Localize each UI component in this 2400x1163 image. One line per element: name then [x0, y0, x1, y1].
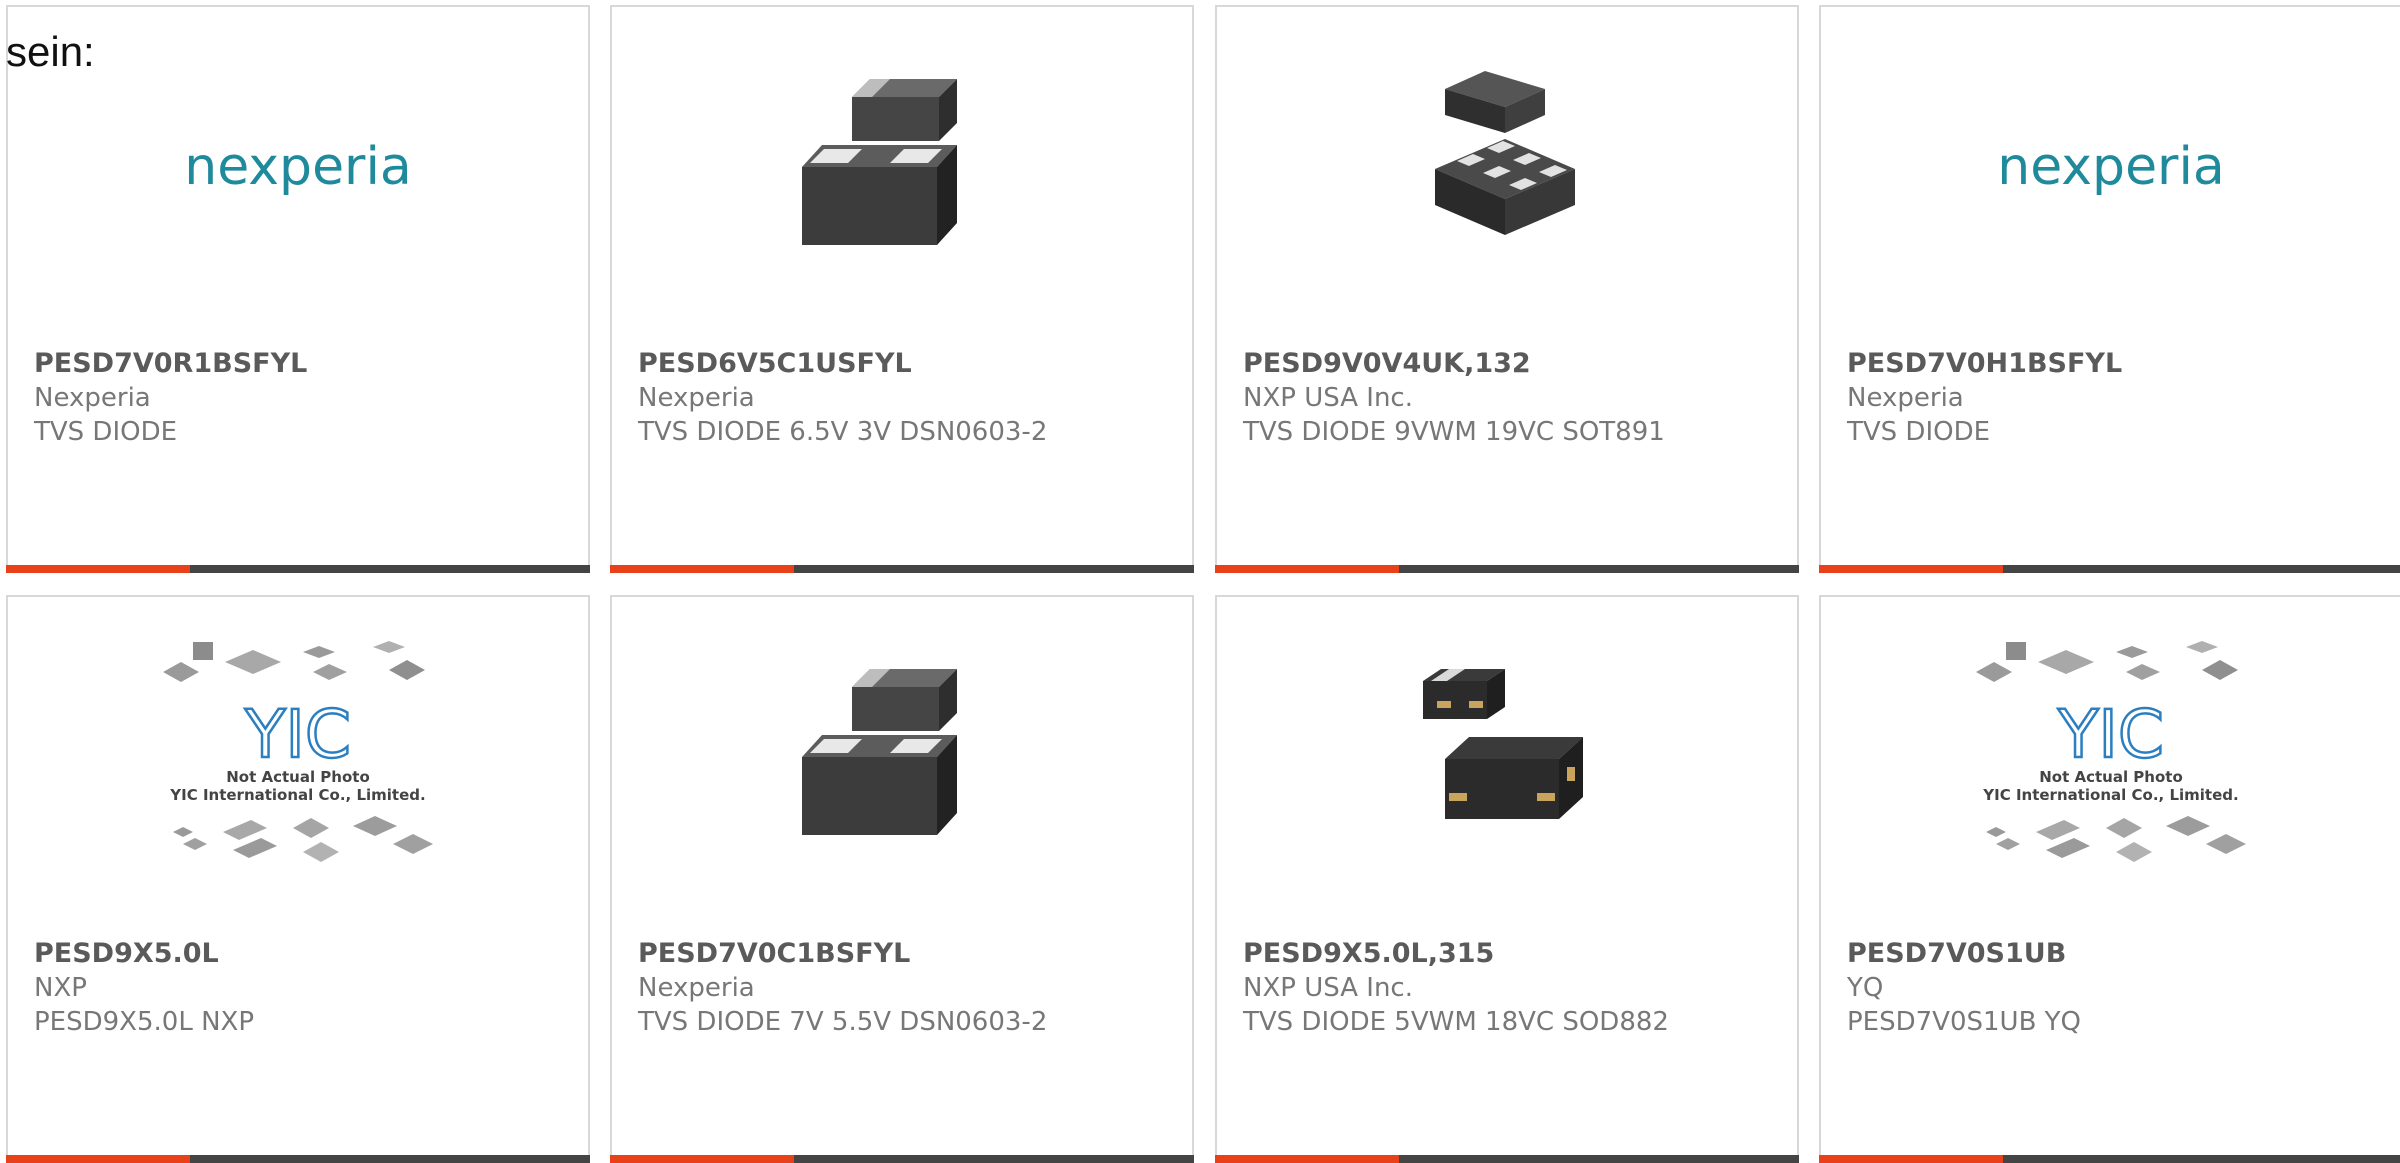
- card-accent-bar: [6, 565, 590, 573]
- lead-text: sein:: [6, 28, 95, 75]
- dsn0603-package-icon: [802, 669, 957, 835]
- product-image[interactable]: nexperia: [8, 7, 588, 327]
- product-card[interactable]: YIC Not Actual Photo YIC International C…: [1819, 595, 2400, 1163]
- card-accent-bar: [610, 1155, 1194, 1163]
- part-number-link[interactable]: PESD7V0H1BSFYL: [1847, 347, 2391, 381]
- svg-text:nexperia: nexperia: [1997, 137, 2225, 197]
- product-info: PESD9X5.0L NXP PESD9X5.0L NXP: [34, 937, 578, 1039]
- description: PESD7V0S1UB YQ: [1847, 1007, 2082, 1037]
- card-accent-bar: [1819, 1155, 2400, 1163]
- card-accent-bar: [1819, 565, 2400, 573]
- dsn0603-package-icon: [802, 79, 957, 245]
- card-accent-bar: [6, 1155, 590, 1163]
- product-info: PESD6V5C1USFYL Nexperia TVS DIODE 6.5V 3…: [638, 347, 1182, 449]
- manufacturer: Nexperia: [34, 383, 151, 413]
- svg-text:Not Actual Photo: Not Actual Photo: [2039, 768, 2183, 786]
- not-actual-photo-placeholder: YIC Not Actual Photo YIC International C…: [1976, 641, 2246, 862]
- product-info: PESD9V0V4UK,132 NXP USA Inc. TVS DIODE 9…: [1243, 347, 1787, 449]
- part-number-link[interactable]: PESD7V0C1BSFYL: [638, 937, 1182, 971]
- svg-text:Not Actual Photo: Not Actual Photo: [226, 768, 370, 786]
- product-info: PESD7V0R1BSFYL Nexperia TVS DIODE: [34, 347, 578, 449]
- yic-logo: YIC: [244, 696, 351, 773]
- manufacturer: Nexperia: [638, 383, 755, 413]
- product-card[interactable]: YIC Not Actual Photo YIC International C…: [6, 595, 590, 1163]
- description: TVS DIODE 6.5V 3V DSN0603-2: [638, 417, 1048, 447]
- product-card[interactable]: PESD9V0V4UK,132 NXP USA Inc. TVS DIODE 9…: [1215, 5, 1799, 573]
- card-accent-fill: [1215, 565, 1399, 573]
- product-card[interactable]: nexperia PESD7V0R1BSFYL Nexperia TVS DIO…: [6, 5, 590, 573]
- card-accent-fill: [1819, 1155, 2003, 1163]
- card-accent-bar: [1215, 1155, 1799, 1163]
- sot891-package-icon: [1435, 71, 1575, 235]
- product-image[interactable]: nexperia: [1821, 7, 2400, 327]
- description: TVS DIODE 7V 5.5V DSN0603-2: [638, 1007, 1048, 1037]
- part-number-link[interactable]: PESD7V0S1UB: [1847, 937, 2391, 971]
- product-image[interactable]: [612, 597, 1192, 917]
- description: TVS DIODE: [1847, 417, 1991, 447]
- card-accent-bar: [1215, 565, 1799, 573]
- card-accent-fill: [610, 1155, 794, 1163]
- product-image[interactable]: YIC Not Actual Photo YIC International C…: [8, 597, 588, 917]
- description: TVS DIODE: [34, 417, 178, 447]
- product-image[interactable]: YIC Not Actual Photo YIC International C…: [1821, 597, 2400, 917]
- nexperia-logo: nexperia: [184, 137, 412, 197]
- part-number-link[interactable]: PESD6V5C1USFYL: [638, 347, 1182, 381]
- description: TVS DIODE 9VWM 19VC SOT891: [1243, 417, 1665, 447]
- svg-text:nexperia: nexperia: [184, 137, 412, 197]
- description: PESD9X5.0L NXP: [34, 1007, 255, 1037]
- manufacturer: NXP USA Inc.: [1243, 383, 1413, 413]
- card-accent-fill: [1215, 1155, 1399, 1163]
- product-grid: nexperia PESD7V0R1BSFYL Nexperia TVS DIO…: [0, 0, 2400, 1163]
- product-info: PESD7V0H1BSFYL Nexperia TVS DIODE: [1847, 347, 2391, 449]
- not-actual-photo-placeholder: YIC Not Actual Photo YIC International C…: [163, 641, 433, 862]
- card-accent-fill: [6, 565, 190, 573]
- product-info: PESD7V0C1BSFYL Nexperia TVS DIODE 7V 5.5…: [638, 937, 1182, 1039]
- yic-logo: YIC: [2057, 696, 2164, 773]
- part-number-link[interactable]: PESD9X5.0L,315: [1243, 937, 1787, 971]
- card-accent-bar: [610, 565, 1194, 573]
- description: TVS DIODE 5VWM 18VC SOD882: [1243, 1007, 1669, 1037]
- product-card[interactable]: PESD9X5.0L,315 NXP USA Inc. TVS DIODE 5V…: [1215, 595, 1799, 1163]
- manufacturer: YQ: [1847, 973, 1884, 1003]
- part-number-link[interactable]: PESD7V0R1BSFYL: [34, 347, 578, 381]
- product-info: PESD7V0S1UB YQ PESD7V0S1UB YQ: [1847, 937, 2391, 1039]
- product-card[interactable]: nexperia PESD7V0H1BSFYL Nexperia TVS DIO…: [1819, 5, 2400, 573]
- card-accent-fill: [1819, 565, 2003, 573]
- product-card[interactable]: PESD7V0C1BSFYL Nexperia TVS DIODE 7V 5.5…: [610, 595, 1194, 1163]
- manufacturer: Nexperia: [638, 973, 755, 1003]
- product-image[interactable]: [612, 7, 1192, 327]
- product-card[interactable]: PESD6V5C1USFYL Nexperia TVS DIODE 6.5V 3…: [610, 5, 1194, 573]
- manufacturer: Nexperia: [1847, 383, 1964, 413]
- card-accent-fill: [6, 1155, 190, 1163]
- product-image[interactable]: [1217, 597, 1797, 917]
- card-accent-fill: [610, 565, 794, 573]
- svg-text:YIC International Co., Limited: YIC International Co., Limited.: [1982, 786, 2238, 804]
- part-number-link[interactable]: PESD9X5.0L: [34, 937, 578, 971]
- svg-text:YIC International Co., Limited: YIC International Co., Limited.: [169, 786, 425, 804]
- manufacturer: NXP USA Inc.: [1243, 973, 1413, 1003]
- product-image[interactable]: [1217, 7, 1797, 327]
- sod882-package-icon: [1423, 669, 1583, 819]
- product-info: PESD9X5.0L,315 NXP USA Inc. TVS DIODE 5V…: [1243, 937, 1787, 1039]
- manufacturer: NXP: [34, 973, 87, 1003]
- nexperia-logo: nexperia: [1997, 137, 2225, 197]
- part-number-link[interactable]: PESD9V0V4UK,132: [1243, 347, 1787, 381]
